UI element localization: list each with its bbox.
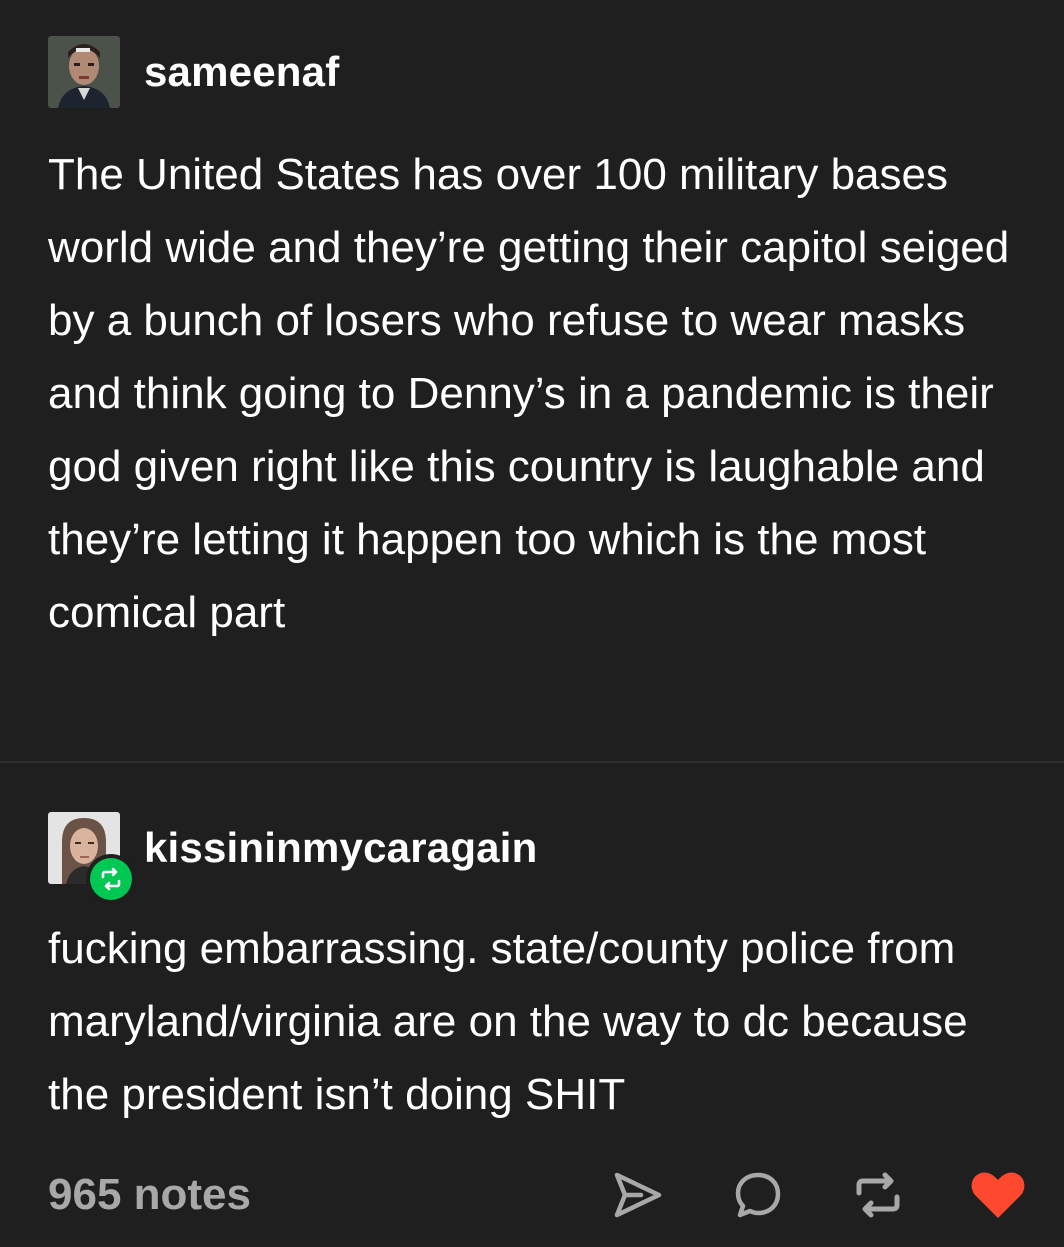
post-body: The United States has over 100 military … [48, 150, 1010, 637]
reblog-username[interactable]: kissininmycaragain [144, 824, 537, 872]
reblog-icon [101, 867, 121, 891]
reblog-icon [856, 1172, 900, 1218]
post-footer: 965 notes [48, 1160, 1028, 1230]
reblog-body: fucking embarrassing. state/county polic… [48, 924, 968, 1119]
avatar-image [48, 36, 120, 108]
post-username[interactable]: sameenaf [144, 48, 339, 96]
share-icon [614, 1172, 662, 1218]
like-icon [971, 1172, 1025, 1218]
reblog-badge-circle [90, 858, 132, 900]
notes-count[interactable]: 965 notes [48, 1170, 251, 1220]
reblog-button[interactable] [848, 1165, 908, 1225]
post-actions [548, 1165, 1028, 1225]
like-button[interactable] [968, 1165, 1028, 1225]
share-button[interactable] [608, 1165, 668, 1225]
post-author-row: sameenaf [48, 36, 339, 108]
reblog-badge [86, 854, 136, 904]
avatar[interactable] [48, 36, 120, 108]
reblog-divider [0, 761, 1064, 763]
reply-icon [735, 1172, 781, 1218]
reply-button[interactable] [728, 1165, 788, 1225]
